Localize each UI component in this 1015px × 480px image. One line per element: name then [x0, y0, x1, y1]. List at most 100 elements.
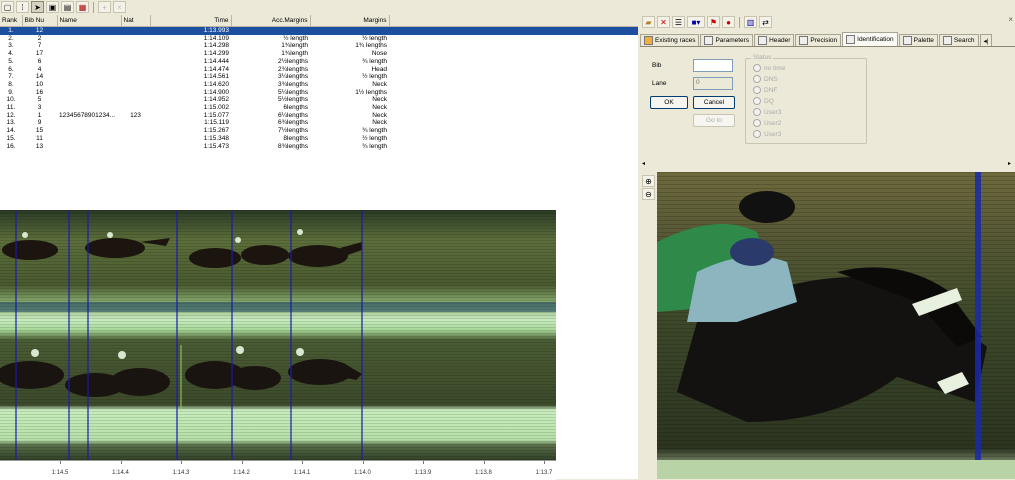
- photo-finish-image[interactable]: [0, 210, 556, 460]
- tab-palette[interactable]: Palette: [898, 34, 938, 46]
- folder-icon[interactable]: ▰: [642, 16, 655, 28]
- cell-time: 1:14.109: [203, 34, 229, 42]
- col-margins[interactable]: Margins: [310, 15, 390, 27]
- columns-icon[interactable]: ▥: [744, 16, 757, 28]
- precision-icon: [799, 36, 809, 45]
- table-row[interactable]: 12. 1 12345678901234... 123 1:15.077 6¼length…: [0, 112, 638, 120]
- tab-existing-races[interactable]: Existing races: [640, 34, 700, 46]
- cancel-button[interactable]: Cancel: [693, 96, 735, 109]
- table-row[interactable]: 10. 5 1:14.952 5½lengths Neck: [0, 96, 638, 104]
- goto-button[interactable]: Go to: [693, 114, 735, 127]
- delete-icon[interactable]: ✕: [657, 16, 670, 28]
- cell-margin: Neck: [372, 80, 387, 88]
- col-bib[interactable]: Bib Nu: [22, 15, 58, 27]
- zoom-out-icon[interactable]: ⊖: [642, 188, 655, 200]
- film-icon[interactable]: ▦: [76, 1, 89, 13]
- table-row[interactable]: 7. 14 1:14.561 3¼lengths ½ length: [0, 73, 638, 81]
- cell-bib: 7: [37, 42, 42, 50]
- tab-parameters[interactable]: Parameters: [700, 34, 754, 46]
- table-row[interactable]: 16. 13 1:15.473 8¾lengths ¾ length: [0, 143, 638, 151]
- color-icon[interactable]: ■▾: [687, 16, 705, 28]
- cell-rank: 9.: [8, 88, 14, 96]
- time-tick-label: 1:13.8: [475, 470, 492, 476]
- cell-nat: [121, 104, 150, 112]
- new-icon[interactable]: ▢: [1, 1, 14, 13]
- cell-bib: 1: [37, 111, 42, 119]
- cell-rank: 11.: [6, 104, 16, 112]
- scroll-right-icon[interactable]: ▸: [1008, 160, 1011, 167]
- table-row[interactable]: 4. 17 1:14.299 1¾length Nose: [0, 50, 638, 58]
- jockey-helmet-2: [730, 238, 774, 266]
- cell-bib: 11: [36, 134, 43, 142]
- table-row[interactable]: 8. 10 1:14.620 3¾lengths Neck: [0, 81, 638, 89]
- cell-margin: ½ length: [362, 73, 387, 81]
- table-row[interactable]: 15. 11 1:15.348 8lengths ½ length: [0, 135, 638, 143]
- lane-input[interactable]: 0: [693, 77, 733, 90]
- cell-nat: [121, 135, 150, 143]
- time-tick-mark: [241, 461, 243, 464]
- time-tick-label: 1:13.9: [414, 470, 432, 476]
- col-name[interactable]: Name: [57, 15, 122, 27]
- zoom-in-icon[interactable]: ⊕: [642, 175, 655, 187]
- cell-acc: ½ length: [283, 34, 308, 42]
- export-icon[interactable]: ⇄: [759, 16, 772, 28]
- status-radio-dq[interactable]: DQ: [753, 97, 774, 105]
- tab-search[interactable]: Search: [938, 34, 979, 46]
- status-radio-dnf[interactable]: DNF: [753, 86, 777, 94]
- table-icon[interactable]: ▤: [61, 1, 74, 13]
- bib-input[interactable]: [693, 59, 733, 72]
- table-row[interactable]: 5. 6 1:14.444 2½lengths ¾ length: [0, 58, 638, 66]
- finish-line[interactable]: [975, 172, 981, 479]
- cell-filler: [389, 89, 638, 97]
- table-row[interactable]: 9. 16 1:14.900 5¼lengths 1½ lengths: [0, 89, 638, 97]
- status-radio-user3b[interactable]: User3: [753, 130, 781, 138]
- cell-filler: [389, 50, 638, 58]
- time-tick-mark: [544, 461, 545, 464]
- close-icon[interactable]: ×: [113, 1, 126, 13]
- camera-icon[interactable]: ▣: [46, 1, 59, 13]
- cell-margin: ¾ length: [362, 127, 387, 135]
- plus-icon[interactable]: +: [98, 1, 111, 13]
- cell-filler: [389, 58, 638, 66]
- cell-time: 1:15.119: [204, 119, 229, 127]
- ok-button[interactable]: OK: [650, 96, 688, 109]
- tab-identification[interactable]: Identification: [842, 32, 898, 46]
- radio-label: DQ: [764, 97, 774, 105]
- table-row[interactable]: 13. 9 1:15.119 6¾lengths Neck: [0, 119, 638, 127]
- col-acc-margins[interactable]: Acc.Margins: [231, 15, 311, 27]
- table-row[interactable]: 14. 15 1:15.267 7½lengths ¾ length: [0, 127, 638, 135]
- col-nat[interactable]: Nat: [121, 15, 151, 27]
- stop-icon[interactable]: ●: [722, 16, 735, 28]
- cursor-icon[interactable]: ➤: [31, 1, 44, 13]
- cell-name: [57, 26, 121, 35]
- status-radio-no-time[interactable]: no time: [753, 64, 785, 72]
- table-row[interactable]: 11. 3 1:15.002 6lengths Neck: [0, 104, 638, 112]
- table-row[interactable]: 3. 7 1:14.298 1¾length 1¾ lengths: [0, 42, 638, 50]
- status-radio-dns[interactable]: DNS: [753, 75, 778, 83]
- table-row[interactable]: 1. 12 1:13.993: [0, 26, 638, 35]
- tab-scroll-left[interactable]: ◂|: [979, 34, 993, 46]
- table-header: Rank Bib Nu Name Nat Time Acc.Margins Ma…: [0, 15, 638, 27]
- tab-precision[interactable]: Precision: [795, 34, 842, 46]
- open-icon[interactable]: ⁞: [16, 1, 29, 13]
- col-rank[interactable]: Rank: [0, 15, 23, 27]
- flag-icon[interactable]: ⚑: [707, 16, 720, 28]
- cell-time: 1:14.298: [203, 42, 229, 50]
- list-icon[interactable]: ☰: [672, 16, 685, 28]
- id-icon: [846, 35, 856, 44]
- status-radio-user2[interactable]: User2: [753, 119, 781, 127]
- col-time[interactable]: Time: [150, 15, 232, 27]
- tab-header[interactable]: Header: [754, 34, 795, 46]
- zoom-image[interactable]: [657, 172, 1015, 479]
- time-tick-mark: [362, 461, 364, 464]
- cell-nat: [121, 35, 150, 43]
- table-row[interactable]: 6. 4 1:14.474 2¾lengths Head: [0, 66, 638, 74]
- cell-name: [57, 96, 121, 104]
- cell-time: 1:14.900: [203, 88, 229, 96]
- close-panel-icon[interactable]: ×: [1008, 15, 1013, 24]
- status-radio-user3[interactable]: User3: [753, 108, 781, 116]
- tab-label: Search: [953, 37, 975, 44]
- table-row[interactable]: 2. 2 1:14.109 ½ length ½ length: [0, 35, 638, 43]
- scroll-left-icon[interactable]: ◂: [642, 160, 645, 167]
- cell-rank: 15.: [6, 134, 16, 142]
